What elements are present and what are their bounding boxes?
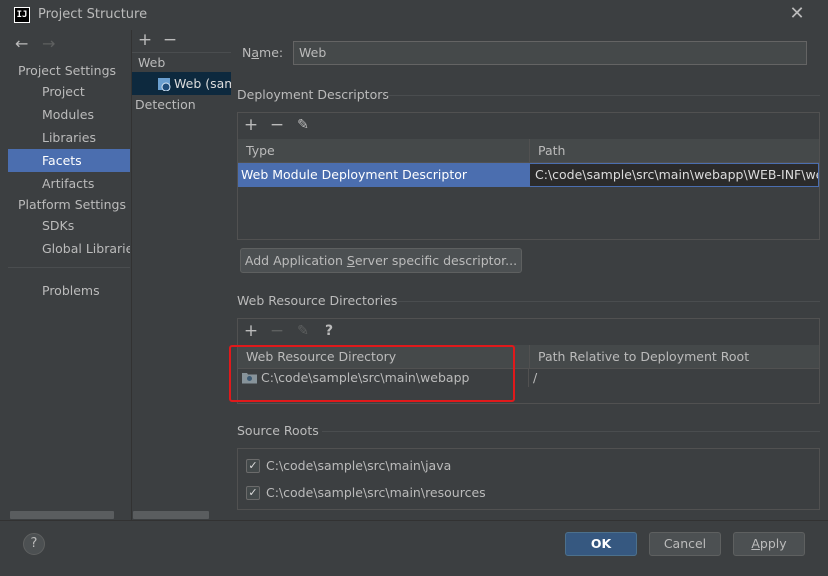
facet-settings-panel [232, 30, 828, 520]
web-resource-directories-title: Web Resource Directories [237, 293, 398, 308]
nav-item-facets[interactable]: Facets [42, 153, 82, 168]
facets-toolbar-divider [132, 52, 231, 53]
section-divider [396, 301, 820, 302]
source-root-java: C:\code\sample\src\main\java [266, 458, 452, 473]
nav-item-modules[interactable]: Modules [42, 107, 94, 122]
facet-detection[interactable]: Detection [135, 97, 196, 112]
facet-item-web[interactable]: Web (sam [174, 76, 231, 91]
back-arrow-icon[interactable]: ← [15, 34, 28, 53]
web-facet-icon [158, 78, 171, 91]
name-label: Name: [242, 45, 284, 60]
nav-item-global-libraries[interactable]: Global Libraries [42, 241, 130, 256]
descriptor-path-cell[interactable]: C:\code\sample\src\main\webapp\WEB-INF\w… [529, 163, 819, 187]
edit-resource-icon[interactable]: ✎ [295, 323, 311, 339]
nav-item-problems[interactable]: Problems [42, 283, 100, 298]
source-root-checkbox[interactable]: ✓ [246, 459, 260, 473]
annotation-highlight-box [229, 345, 515, 402]
nav-item-sdks[interactable]: SDKs [42, 218, 74, 233]
edit-descriptor-icon[interactable]: ✎ [295, 117, 311, 133]
ok-button[interactable]: OK [565, 532, 637, 556]
apply-button[interactable]: Apply [733, 532, 805, 556]
help-resource-icon[interactable]: ? [321, 323, 337, 339]
remove-facet-icon[interactable]: − [162, 32, 178, 49]
source-roots-title: Source Roots [237, 423, 319, 438]
nav-item-libraries[interactable]: Libraries [42, 130, 96, 145]
cancel-button[interactable]: Cancel [649, 532, 721, 556]
add-server-descriptor-button[interactable]: Add Application Server specific descript… [240, 248, 522, 273]
section-divider [322, 431, 820, 432]
nav-divider [8, 267, 130, 268]
intellij-logo-icon: IJ [14, 7, 30, 23]
remove-resource-icon[interactable]: − [269, 323, 285, 340]
settings-nav [8, 30, 130, 520]
help-icon[interactable]: ? [23, 533, 45, 555]
add-facet-icon[interactable]: + [137, 32, 153, 49]
nav-item-project[interactable]: Project [42, 84, 85, 99]
descriptor-type-cell[interactable]: Web Module Deployment Descriptor [238, 163, 529, 187]
project-settings-header: Project Settings [18, 63, 117, 78]
deployment-descriptors-title: Deployment Descriptors [237, 87, 389, 102]
source-root-resources: C:\code\sample\src\main\resources [266, 485, 486, 500]
close-icon[interactable]: ✕ [787, 4, 807, 24]
forward-arrow-icon[interactable]: → [42, 34, 55, 53]
name-field[interactable]: Web [293, 41, 807, 65]
window-title: Project Structure [38, 7, 148, 22]
column-header-type[interactable]: Type [238, 139, 529, 163]
platform-settings-header: Platform Settings [18, 197, 126, 212]
relative-path-cell[interactable]: / [533, 370, 537, 385]
facets-scrollbar[interactable] [133, 511, 209, 519]
nav-item-artifacts[interactable]: Artifacts [42, 176, 94, 191]
column-header-path[interactable]: Path [529, 139, 819, 163]
column-header-relative-path[interactable]: Path Relative to Deployment Root [529, 345, 819, 369]
facet-group-web[interactable]: Web [138, 55, 165, 70]
section-divider [386, 95, 820, 96]
nav-scrollbar[interactable] [10, 511, 114, 519]
add-descriptor-icon[interactable]: + [243, 117, 259, 134]
cell-divider [528, 369, 529, 387]
project-structure-dialog: IJ Project Structure ✕ ← → Project Setti… [0, 0, 828, 576]
add-resource-icon[interactable]: + [243, 323, 259, 340]
source-root-checkbox[interactable]: ✓ [246, 486, 260, 500]
title-bar: IJ Project Structure ✕ [0, 0, 828, 30]
remove-descriptor-icon[interactable]: − [269, 117, 285, 134]
